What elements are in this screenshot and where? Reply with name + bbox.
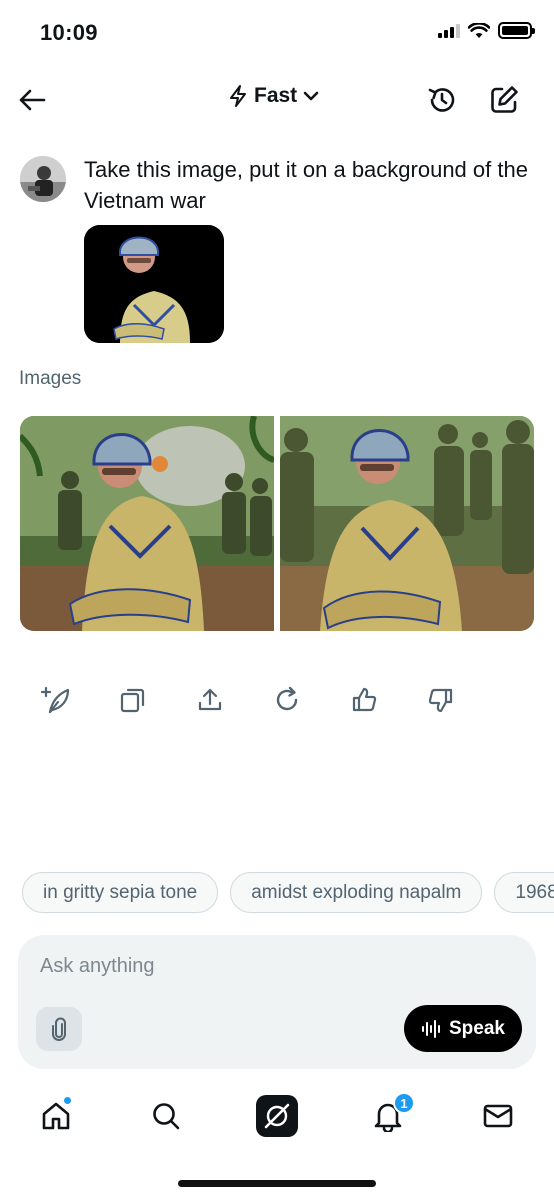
mode-selector[interactable]: Fast — [228, 84, 319, 108]
new-chat-button[interactable] — [486, 82, 522, 118]
share-icon — [198, 688, 222, 711]
chat-header: Fast — [0, 72, 554, 126]
attached-image — [84, 225, 224, 343]
back-button[interactable] — [14, 82, 50, 118]
like-button[interactable] — [342, 680, 386, 720]
copy-icon — [120, 688, 145, 713]
regenerate-icon — [276, 686, 298, 711]
back-arrow-icon — [19, 89, 46, 111]
speak-label: Speak — [449, 1017, 505, 1039]
home-indicator[interactable] — [178, 1180, 376, 1187]
search-icon — [153, 1103, 180, 1130]
compose-icon — [491, 86, 518, 113]
wifi-icon — [468, 22, 490, 38]
status-bar: 10:09 — [0, 0, 554, 66]
tab-messages[interactable] — [476, 1094, 520, 1138]
generated-image-2-content — [280, 416, 534, 631]
avatar-photo — [20, 156, 66, 202]
status-icons — [438, 22, 535, 39]
lightning-icon — [230, 85, 246, 107]
history-button[interactable] — [424, 82, 460, 118]
grok-icon — [256, 1095, 298, 1137]
user-avatar[interactable] — [20, 156, 66, 202]
tab-search[interactable] — [144, 1094, 188, 1138]
thumbs-down-icon — [428, 688, 453, 713]
share-button[interactable] — [188, 680, 232, 720]
suggestion-chip[interactable]: amidst exploding napalm — [230, 872, 483, 913]
tab-grok[interactable] — [255, 1094, 299, 1138]
regenerate-button[interactable] — [265, 680, 309, 720]
mail-icon — [483, 1104, 513, 1128]
ask-input[interactable] — [40, 955, 510, 978]
history-icon — [428, 88, 455, 112]
bottom-tab-bar: 1 — [0, 1086, 554, 1150]
generated-image-2[interactable] — [280, 416, 534, 631]
generated-image-1[interactable] — [20, 416, 274, 631]
copy-button[interactable] — [111, 680, 155, 720]
composer: Speak — [18, 935, 536, 1069]
speak-button[interactable]: Speak — [404, 1005, 522, 1052]
paperclip-icon — [52, 1017, 66, 1041]
tab-notifications[interactable]: 1 — [366, 1092, 415, 1138]
sparkle-leaf-icon — [40, 686, 70, 714]
chevron-down-icon — [303, 91, 319, 101]
attach-button[interactable] — [36, 1007, 82, 1051]
prompt-text: Take this image, put it on a background … — [84, 157, 528, 213]
images-section-label: Images — [19, 368, 82, 389]
notification-badge: 1 — [393, 1092, 415, 1114]
grok-imagine-button[interactable] — [34, 680, 78, 720]
mode-label: Fast — [254, 84, 298, 107]
suggestion-chips: in gritty sepia tone amidst exploding na… — [22, 872, 554, 914]
thumbs-up-icon — [352, 687, 377, 712]
voice-waveform-icon — [422, 1019, 440, 1038]
attached-image-thumbnail[interactable] — [84, 225, 224, 343]
generated-image-1-content — [20, 416, 274, 631]
status-time: 10:09 — [40, 20, 98, 45]
cellular-signal-icon — [438, 23, 460, 38]
suggestion-chip[interactable]: in gritty sepia tone — [22, 872, 219, 913]
tab-home[interactable] — [34, 1094, 78, 1138]
home-unread-dot — [63, 1096, 72, 1105]
suggestion-chip[interactable]: 1968 — [494, 872, 554, 913]
response-actions — [34, 680, 463, 720]
battery-icon — [498, 22, 535, 39]
dislike-button[interactable] — [419, 680, 463, 720]
